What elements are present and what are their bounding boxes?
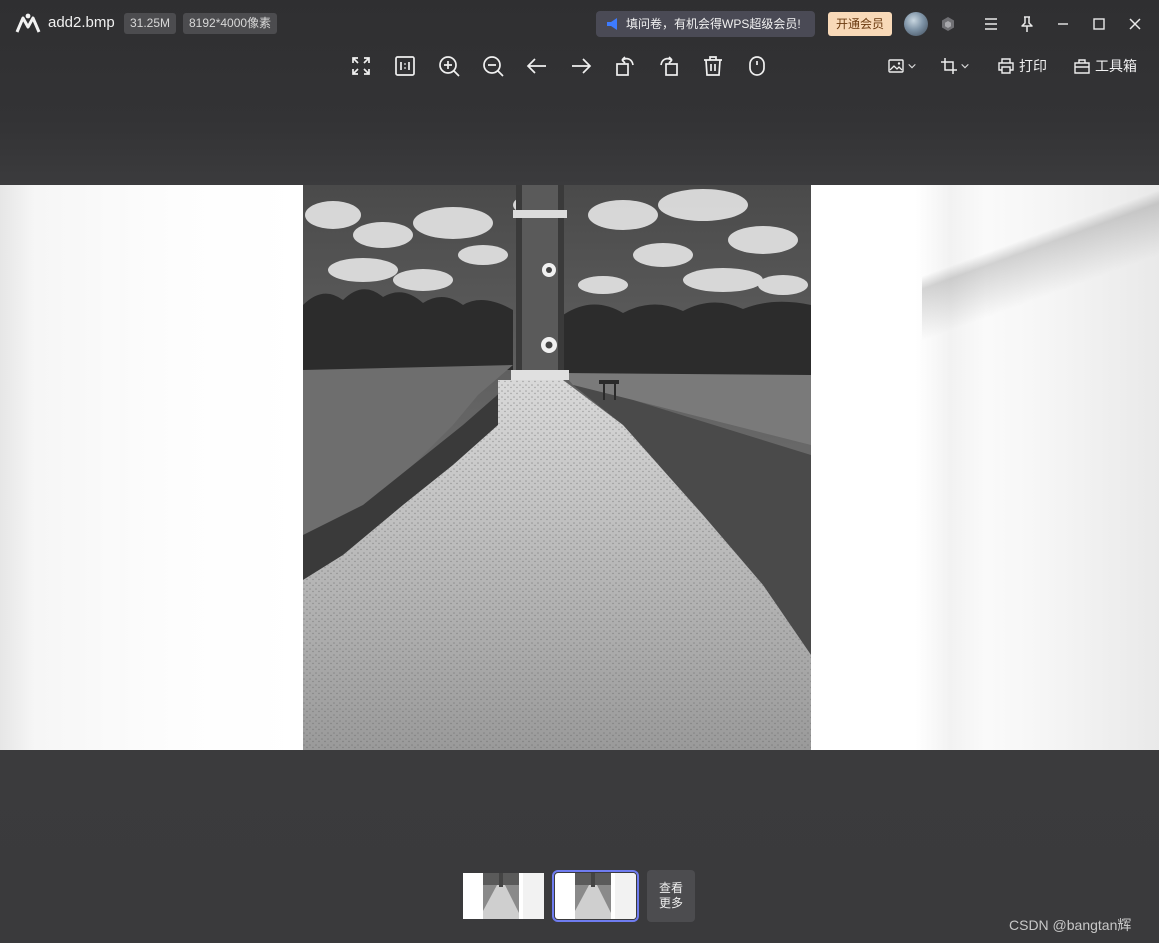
app-logo-icon — [15, 13, 41, 33]
file-name: add2.bmp — [48, 14, 115, 31]
minimize-icon[interactable] — [1053, 14, 1073, 34]
fullscreen-icon[interactable] — [349, 54, 373, 78]
zoom-out-icon[interactable] — [481, 54, 505, 78]
close-icon[interactable] — [1125, 14, 1145, 34]
survey-promo-button[interactable]: 填问卷，有机会得WPS超级会员! — [596, 11, 815, 37]
image-canvas[interactable] — [0, 185, 1159, 750]
rotate-left-icon[interactable] — [613, 54, 637, 78]
toolbox-icon — [1074, 59, 1090, 74]
printer-icon — [998, 58, 1014, 74]
page-fold-shadow — [922, 185, 1159, 750]
mouse-mode-icon[interactable] — [745, 54, 769, 78]
view-more-line2: 更多 — [658, 896, 683, 910]
image-icon — [888, 59, 904, 73]
previous-icon[interactable] — [525, 54, 549, 78]
delete-icon[interactable] — [701, 54, 725, 78]
chevron-down-icon — [908, 63, 916, 69]
rotate-right-icon[interactable] — [657, 54, 681, 78]
chevron-down-icon — [961, 63, 969, 69]
print-label: 打印 — [1019, 58, 1047, 74]
watermark-text: CSDN @bangtan辉 — [1009, 917, 1132, 933]
view-more-button[interactable]: 查看 更多 — [647, 870, 695, 922]
user-avatar[interactable] — [904, 12, 928, 36]
pin-icon[interactable] — [1017, 14, 1037, 34]
print-button[interactable]: 打印 — [997, 54, 1047, 78]
view-more-line1: 查看 — [658, 881, 683, 895]
maximize-icon[interactable] — [1089, 14, 1109, 34]
thumbnail-1[interactable] — [463, 873, 544, 919]
hexagon-badge-icon[interactable] — [940, 16, 956, 32]
crop-icon — [941, 58, 957, 74]
photo-lighthouse-path — [303, 185, 811, 750]
dimensions-badge: 8192*4000像素 — [183, 13, 278, 34]
image-edit-dropdown[interactable] — [887, 54, 917, 78]
next-icon[interactable] — [569, 54, 593, 78]
menu-icon[interactable] — [981, 14, 1001, 34]
zoom-in-icon[interactable] — [437, 54, 461, 78]
crop-dropdown[interactable] — [940, 54, 970, 78]
promo-text: 填问卷，有机会得WPS超级会员! — [626, 17, 801, 31]
toolbox-button[interactable]: 工具箱 — [1073, 54, 1137, 78]
megaphone-icon — [607, 18, 617, 30]
actual-size-icon[interactable] — [393, 54, 417, 78]
open-vip-button[interactable]: 开通会员 — [828, 12, 892, 36]
thumbnail-2-selected[interactable] — [552, 870, 639, 922]
file-size-badge: 31.25M — [124, 13, 177, 34]
title-bar: add2.bmp 31.25M 8192*4000像素 填问卷，有机会得WPS超… — [0, 0, 1159, 48]
toolbox-label: 工具箱 — [1095, 58, 1137, 74]
